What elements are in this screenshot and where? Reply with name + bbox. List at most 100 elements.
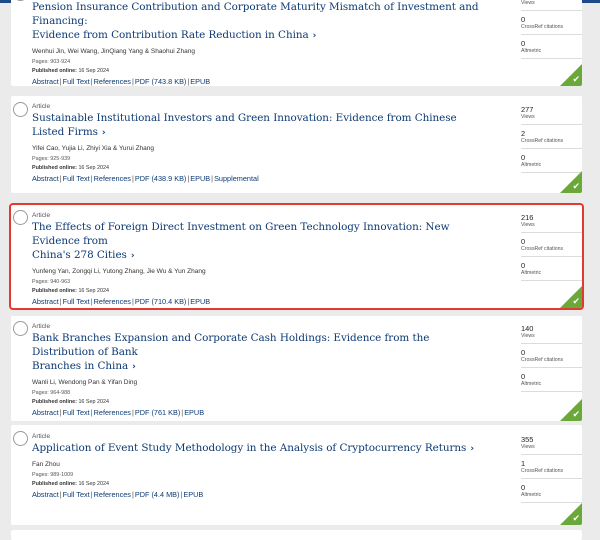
epub-link[interactable]: EPUB <box>183 490 203 499</box>
epub-link[interactable]: EPUB <box>190 174 210 183</box>
full-text-link[interactable]: Full Text <box>63 297 90 306</box>
crossref-label: CrossRef citations <box>521 24 582 35</box>
select-article-radio[interactable] <box>13 210 28 225</box>
article-title-line: China's 278 Cities <box>32 249 127 261</box>
article-card: Pension Insurance Contribution and Corpo… <box>11 0 582 86</box>
altmetric-count: 0 <box>521 483 526 492</box>
article-authors: Yunfeng Yan, Zongqi Li, Yutong Zhang, Ji… <box>32 268 206 275</box>
crossref-count: 0 <box>521 348 526 357</box>
select-article-radio[interactable] <box>13 431 28 446</box>
altmetric-count: 0 <box>521 153 526 162</box>
views-count: 355 <box>521 435 534 444</box>
references-link[interactable]: References <box>94 77 131 86</box>
altmetric-count: 0 <box>521 372 526 381</box>
chevron-right-icon: › <box>312 31 317 41</box>
altmetric-label: Altmetric <box>521 270 582 281</box>
article-authors: Fan Zhou <box>32 461 60 468</box>
article-title-line: Evidence from Contribution Rate Reductio… <box>32 29 309 41</box>
crossref-count: 0 <box>521 237 526 246</box>
abstract-link[interactable]: Abstract <box>32 174 59 183</box>
article-card: Article Application of Event Study Metho… <box>11 425 582 525</box>
select-article-radio[interactable] <box>13 321 28 336</box>
article-metrics: 355 Views 1 CrossRef citations 0 Altmetr… <box>521 435 582 507</box>
article-title-link[interactable]: Pension Insurance Contribution and Corpo… <box>32 0 487 43</box>
pdf-link[interactable]: PDF (438.9 KB) <box>135 174 187 183</box>
altmetric-count: 0 <box>521 39 526 48</box>
crossref-count: 1 <box>521 459 526 468</box>
article-title-line: Pension Insurance Contribution and Corpo… <box>32 1 479 27</box>
checkmark-icon: ✔ <box>572 182 580 192</box>
full-text-link[interactable]: Full Text <box>63 408 90 417</box>
views-label: Views <box>521 222 582 233</box>
crossref-label: CrossRef citations <box>521 138 582 149</box>
views-count: 216 <box>521 213 534 222</box>
supplemental-link[interactable]: Supplemental <box>214 174 259 183</box>
article-type: Article <box>32 433 51 440</box>
full-text-link[interactable]: Full Text <box>63 174 90 183</box>
article-pages: Pages: 940-963 <box>32 279 71 285</box>
select-article-radio[interactable] <box>13 0 28 1</box>
article-metrics: Views 0 CrossRef citations 0 Altmetric <box>521 0 582 63</box>
article-card: Article Sustainable Institutional Invest… <box>11 96 582 193</box>
article-title-link[interactable]: Sustainable Institutional Investors and … <box>32 111 487 140</box>
crossref-label: CrossRef citations <box>521 246 582 257</box>
pdf-link[interactable]: PDF (4.4 MB) <box>135 490 180 499</box>
epub-link[interactable]: EPUB <box>184 408 204 417</box>
article-title-link[interactable]: The Effects of Foreign Direct Investment… <box>32 220 487 263</box>
epub-link[interactable]: EPUB <box>190 77 210 86</box>
article-pages: Pages: 964-988 <box>32 390 71 396</box>
article-title-link[interactable]: Application of Event Study Methodology i… <box>32 441 487 456</box>
article-type: Article <box>32 212 51 219</box>
crossref-label: CrossRef citations <box>521 468 582 479</box>
altmetric-count: 0 <box>521 261 526 270</box>
published-online: Published online: 16 Sep 2024 <box>32 68 110 74</box>
article-title-line: The Effects of Foreign Direct Investment… <box>32 221 450 247</box>
article-title-link[interactable]: Bank Branches Expansion and Corporate Ca… <box>32 331 487 374</box>
article-metrics: 277 Views 2 CrossRef citations 0 Altmetr… <box>521 105 582 177</box>
views-label: Views <box>521 444 582 455</box>
chevron-right-icon: › <box>132 362 136 372</box>
article-title-line: Branches in China <box>32 360 129 372</box>
full-text-link[interactable]: Full Text <box>63 77 90 86</box>
article-links: Abstract|Full Text|References|PDF (743.8… <box>32 77 211 86</box>
views-count: 277 <box>521 105 534 114</box>
abstract-link[interactable]: Abstract <box>32 408 59 417</box>
published-online: Published online: 16 Sep 2024 <box>32 399 110 405</box>
epub-link[interactable]: EPUB <box>190 297 210 306</box>
article-authors: Wanli Li, Wendong Pan & Yifan Ding <box>32 379 138 386</box>
abstract-link[interactable]: Abstract <box>32 77 59 86</box>
article-links: Abstract|Full Text|References|PDF (4.4 M… <box>32 490 204 499</box>
article-links: Abstract|Full Text|References|PDF (761 K… <box>32 408 205 417</box>
article-type: Article <box>32 103 51 110</box>
published-online: Published online: 16 Sep 2024 <box>32 481 110 487</box>
pdf-link[interactable]: PDF (743.8 KB) <box>135 77 187 86</box>
pdf-link[interactable]: PDF (710.4 KB) <box>135 297 187 306</box>
abstract-link[interactable]: Abstract <box>32 490 59 499</box>
chevron-right-icon: › <box>470 444 474 454</box>
article-pages: Pages: 989-1009 <box>32 472 74 478</box>
article-title-line: Application of Event Study Methodology i… <box>32 442 467 454</box>
article-card-highlighted: Article The Effects of Foreign Direct In… <box>9 203 584 310</box>
references-link[interactable]: References <box>94 490 131 499</box>
references-link[interactable]: References <box>94 174 131 183</box>
views-label: Views <box>521 114 582 125</box>
article-title-line: Sustainable Institutional Investors and … <box>32 112 457 138</box>
abstract-link[interactable]: Abstract <box>32 297 59 306</box>
altmetric-label: Altmetric <box>521 48 582 59</box>
references-link[interactable]: References <box>94 297 131 306</box>
pdf-link[interactable]: PDF (761 KB) <box>135 408 180 417</box>
article-links: Abstract|Full Text|References|PDF (438.9… <box>32 174 259 183</box>
views-count: 140 <box>521 324 534 333</box>
checkmark-icon: ✔ <box>572 75 580 85</box>
article-pages: Pages: 903-924 <box>32 59 71 65</box>
chevron-right-icon: › <box>101 128 106 138</box>
crossref-count: 0 <box>521 15 526 24</box>
published-online: Published online: 16 Sep 2024 <box>32 288 110 294</box>
references-link[interactable]: References <box>94 408 131 417</box>
altmetric-label: Altmetric <box>521 381 582 392</box>
checkmark-icon: ✔ <box>572 410 580 420</box>
article-metrics: 140 Views 0 CrossRef citations 0 Altmetr… <box>521 324 582 396</box>
select-article-radio[interactable] <box>13 102 28 117</box>
full-text-link[interactable]: Full Text <box>63 490 90 499</box>
checkmark-icon: ✔ <box>572 514 580 524</box>
